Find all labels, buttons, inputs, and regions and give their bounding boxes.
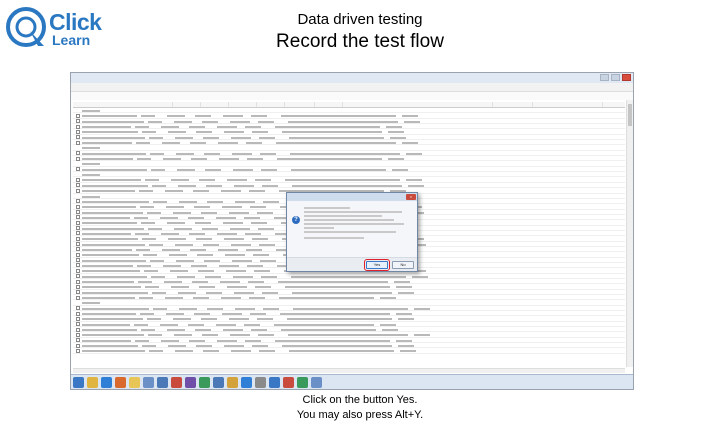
row-checkbox[interactable] bbox=[76, 236, 80, 241]
row-checkbox[interactable] bbox=[76, 322, 80, 327]
row-checkbox[interactable] bbox=[76, 124, 80, 129]
row-checkbox[interactable] bbox=[76, 199, 80, 204]
application-screenshot: × ? Yes No bbox=[70, 72, 634, 390]
dialog-close-icon[interactable]: × bbox=[406, 194, 416, 200]
row-checkbox[interactable] bbox=[76, 204, 80, 209]
scroll-thumb[interactable] bbox=[628, 104, 632, 126]
app-icon[interactable] bbox=[227, 376, 238, 388]
app-icon[interactable] bbox=[213, 376, 224, 388]
row-checkbox[interactable] bbox=[76, 284, 80, 289]
table-row[interactable] bbox=[73, 348, 625, 354]
row-checkbox[interactable] bbox=[76, 151, 80, 156]
app-tabbar bbox=[71, 92, 633, 100]
dialog-message bbox=[292, 206, 413, 243]
row-checkbox[interactable] bbox=[76, 295, 80, 300]
row-checkbox[interactable] bbox=[76, 247, 80, 252]
minimize-icon[interactable] bbox=[600, 74, 609, 81]
app-icon[interactable] bbox=[283, 376, 294, 388]
app-icon[interactable] bbox=[199, 376, 210, 388]
row-checkbox[interactable] bbox=[76, 210, 80, 215]
row-checkbox[interactable] bbox=[76, 140, 80, 145]
app-icon[interactable] bbox=[157, 376, 168, 388]
row-checkbox[interactable] bbox=[76, 338, 80, 343]
row-checkbox[interactable] bbox=[76, 167, 80, 172]
row-checkbox[interactable] bbox=[76, 332, 80, 337]
app-icon[interactable] bbox=[241, 376, 252, 388]
app-icon[interactable] bbox=[143, 376, 154, 388]
row-checkbox[interactable] bbox=[76, 177, 80, 182]
maximize-icon[interactable] bbox=[611, 74, 620, 81]
row-checkbox[interactable] bbox=[76, 135, 80, 140]
row-checkbox[interactable] bbox=[76, 327, 80, 332]
row-checkbox[interactable] bbox=[76, 231, 80, 236]
shortcut-caption: You may also press Alt+Y. bbox=[296, 409, 424, 421]
app-icon[interactable] bbox=[255, 376, 266, 388]
row-checkbox[interactable] bbox=[76, 226, 80, 231]
instruction-caption: Click on the button Yes. bbox=[302, 394, 418, 406]
confirmation-dialog: × ? Yes No bbox=[286, 192, 418, 272]
window-titlebar bbox=[71, 73, 633, 83]
row-checkbox[interactable] bbox=[76, 188, 80, 193]
horizontal-scrollbar[interactable] bbox=[73, 368, 625, 373]
window-controls bbox=[600, 74, 631, 81]
app-icon[interactable] bbox=[297, 376, 308, 388]
row-checkbox[interactable] bbox=[76, 252, 80, 257]
row-checkbox[interactable] bbox=[76, 279, 80, 284]
folder-icon[interactable] bbox=[129, 376, 140, 388]
row-checkbox[interactable] bbox=[76, 274, 80, 279]
windows-taskbar bbox=[71, 374, 633, 389]
explorer-icon[interactable] bbox=[87, 376, 98, 388]
row-checkbox[interactable] bbox=[76, 183, 80, 188]
row-checkbox[interactable] bbox=[76, 119, 80, 124]
app-icon[interactable] bbox=[185, 376, 196, 388]
slide-subtitle: Record the test flow bbox=[276, 31, 444, 52]
browser-icon[interactable] bbox=[101, 376, 112, 388]
row-checkbox[interactable] bbox=[76, 290, 80, 295]
dialog-titlebar: × bbox=[287, 193, 417, 201]
row-checkbox[interactable] bbox=[76, 242, 80, 247]
start-icon[interactable] bbox=[73, 376, 84, 388]
dialog-footer: Yes No bbox=[287, 257, 417, 271]
row-checkbox[interactable] bbox=[76, 316, 80, 321]
row-checkbox[interactable] bbox=[76, 220, 80, 225]
vertical-scrollbar[interactable] bbox=[626, 100, 633, 367]
row-checkbox[interactable] bbox=[76, 268, 80, 273]
close-icon[interactable] bbox=[622, 74, 631, 81]
row-checkbox[interactable] bbox=[76, 215, 80, 220]
app-icon[interactable] bbox=[311, 376, 322, 388]
row-checkbox[interactable] bbox=[76, 263, 80, 268]
row-checkbox[interactable] bbox=[76, 156, 80, 161]
row-checkbox[interactable] bbox=[76, 348, 80, 353]
media-icon[interactable] bbox=[115, 376, 126, 388]
no-button[interactable]: No bbox=[392, 261, 414, 269]
slide-title: Data driven testing bbox=[297, 11, 423, 28]
app-icon[interactable] bbox=[269, 376, 280, 388]
app-icon[interactable] bbox=[171, 376, 182, 388]
row-checkbox[interactable] bbox=[76, 343, 80, 348]
app-toolbar bbox=[71, 83, 633, 92]
row-checkbox[interactable] bbox=[76, 311, 80, 316]
row-checkbox[interactable] bbox=[76, 129, 80, 134]
yes-button[interactable]: Yes bbox=[364, 259, 390, 271]
row-checkbox[interactable] bbox=[76, 113, 80, 118]
row-checkbox[interactable] bbox=[76, 258, 80, 263]
row-checkbox[interactable] bbox=[76, 306, 80, 311]
